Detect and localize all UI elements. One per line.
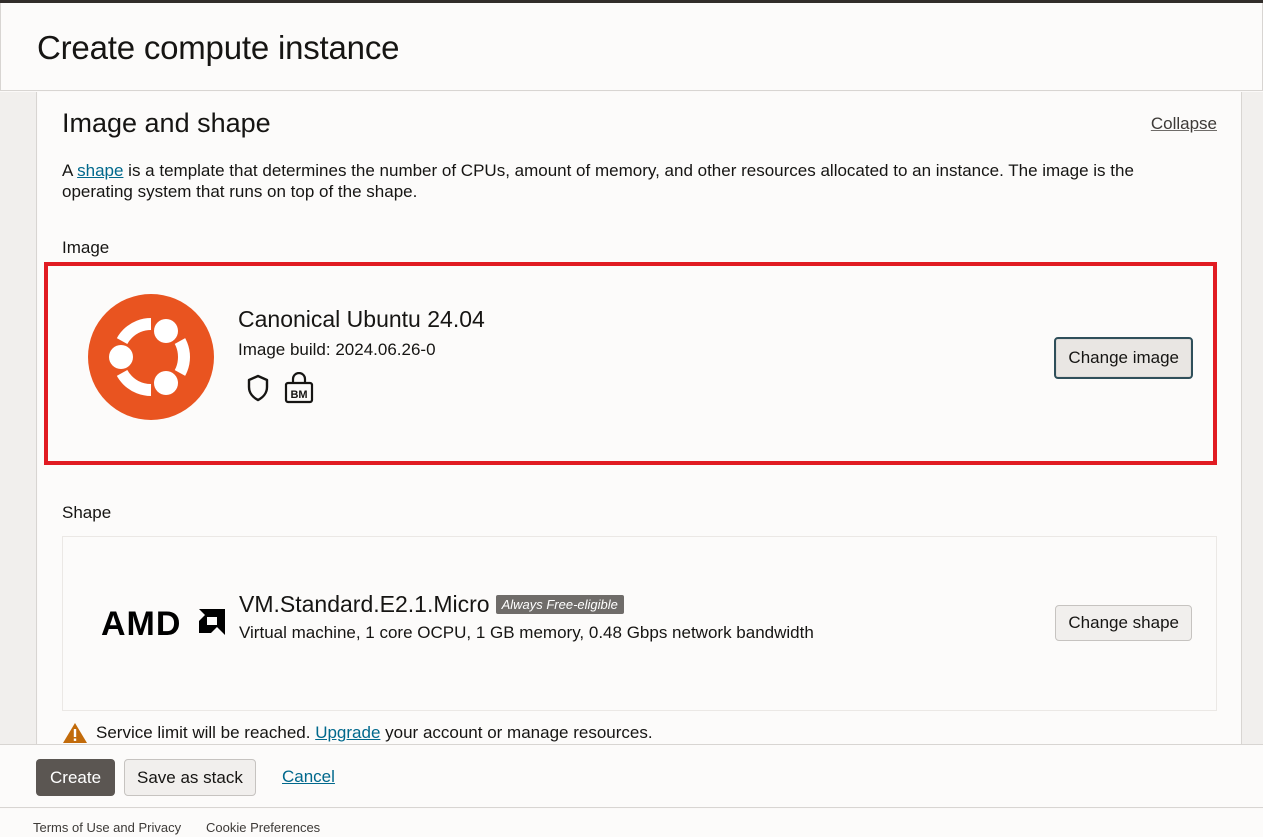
image-card: Canonical Ubuntu 24.04 Image build: 2024… — [44, 262, 1217, 465]
form-content: Image and shape Collapse A shape is a te… — [38, 92, 1241, 744]
terms-link[interactable]: Terms of Use and Privacy — [33, 820, 181, 835]
amd-logo: AMD — [101, 607, 225, 639]
change-shape-button[interactable]: Change shape — [1055, 605, 1192, 641]
right-scroll-gutter — [1241, 92, 1263, 744]
cancel-link[interactable]: Cancel — [282, 767, 335, 787]
shape-description: Virtual machine, 1 core OCPU, 1 GB memor… — [239, 623, 814, 642]
shape-card: AMD VM.Standard.E2.1.Micro Always Free-e… — [62, 536, 1217, 711]
section-title: Image and shape — [62, 108, 271, 138]
page-title: Create compute instance — [37, 29, 400, 66]
collapse-link[interactable]: Collapse — [1151, 114, 1217, 134]
warning-prefix: Service limit will be reached. — [96, 723, 316, 742]
change-image-button[interactable]: Change image — [1054, 337, 1193, 379]
bare-metal-lock-icon: BM — [284, 372, 314, 404]
cookie-preferences-link[interactable]: Cookie Preferences — [206, 820, 320, 835]
warning-icon — [63, 723, 87, 743]
image-name: Canonical Ubuntu 24.04 — [238, 306, 485, 332]
image-label: Image — [62, 238, 110, 257]
action-bar: Create Save as stack Cancel — [0, 744, 1263, 808]
warning-suffix: your account or manage resources. — [380, 723, 653, 742]
upgrade-link[interactable]: Upgrade — [315, 723, 380, 742]
section-description: A shape is a template that determines th… — [62, 160, 1202, 202]
shape-name: VM.Standard.E2.1.Micro — [239, 591, 490, 617]
ubuntu-logo — [88, 294, 214, 420]
image-build: Image build: 2024.06.26-0 — [238, 340, 436, 359]
warning-text: Service limit will be reached. Upgrade y… — [96, 723, 653, 743]
page-footer: Terms of Use and Privacy Cookie Preferen… — [0, 809, 1263, 837]
amd-logo-text: AMD — [101, 607, 181, 639]
create-button[interactable]: Create — [36, 759, 116, 796]
save-as-stack-button[interactable]: Save as stack — [124, 759, 256, 796]
image-feature-icons: BM — [246, 372, 314, 404]
page-header: Create compute instance — [0, 3, 1263, 91]
free-eligible-badge: Always Free-eligible — [495, 595, 624, 614]
bm-text: BM — [290, 389, 307, 401]
left-gutter — [0, 92, 37, 744]
shape-name-row: VM.Standard.E2.1.Micro Always Free-eligi… — [239, 591, 624, 618]
desc-suffix: is a template that determines the number… — [62, 161, 1134, 201]
shape-label: Shape — [62, 503, 112, 522]
shield-icon — [247, 374, 269, 402]
desc-prefix: A — [62, 161, 78, 180]
service-limit-warning: Service limit will be reached. Upgrade y… — [62, 722, 653, 744]
shape-help-link[interactable]: shape — [77, 161, 123, 180]
